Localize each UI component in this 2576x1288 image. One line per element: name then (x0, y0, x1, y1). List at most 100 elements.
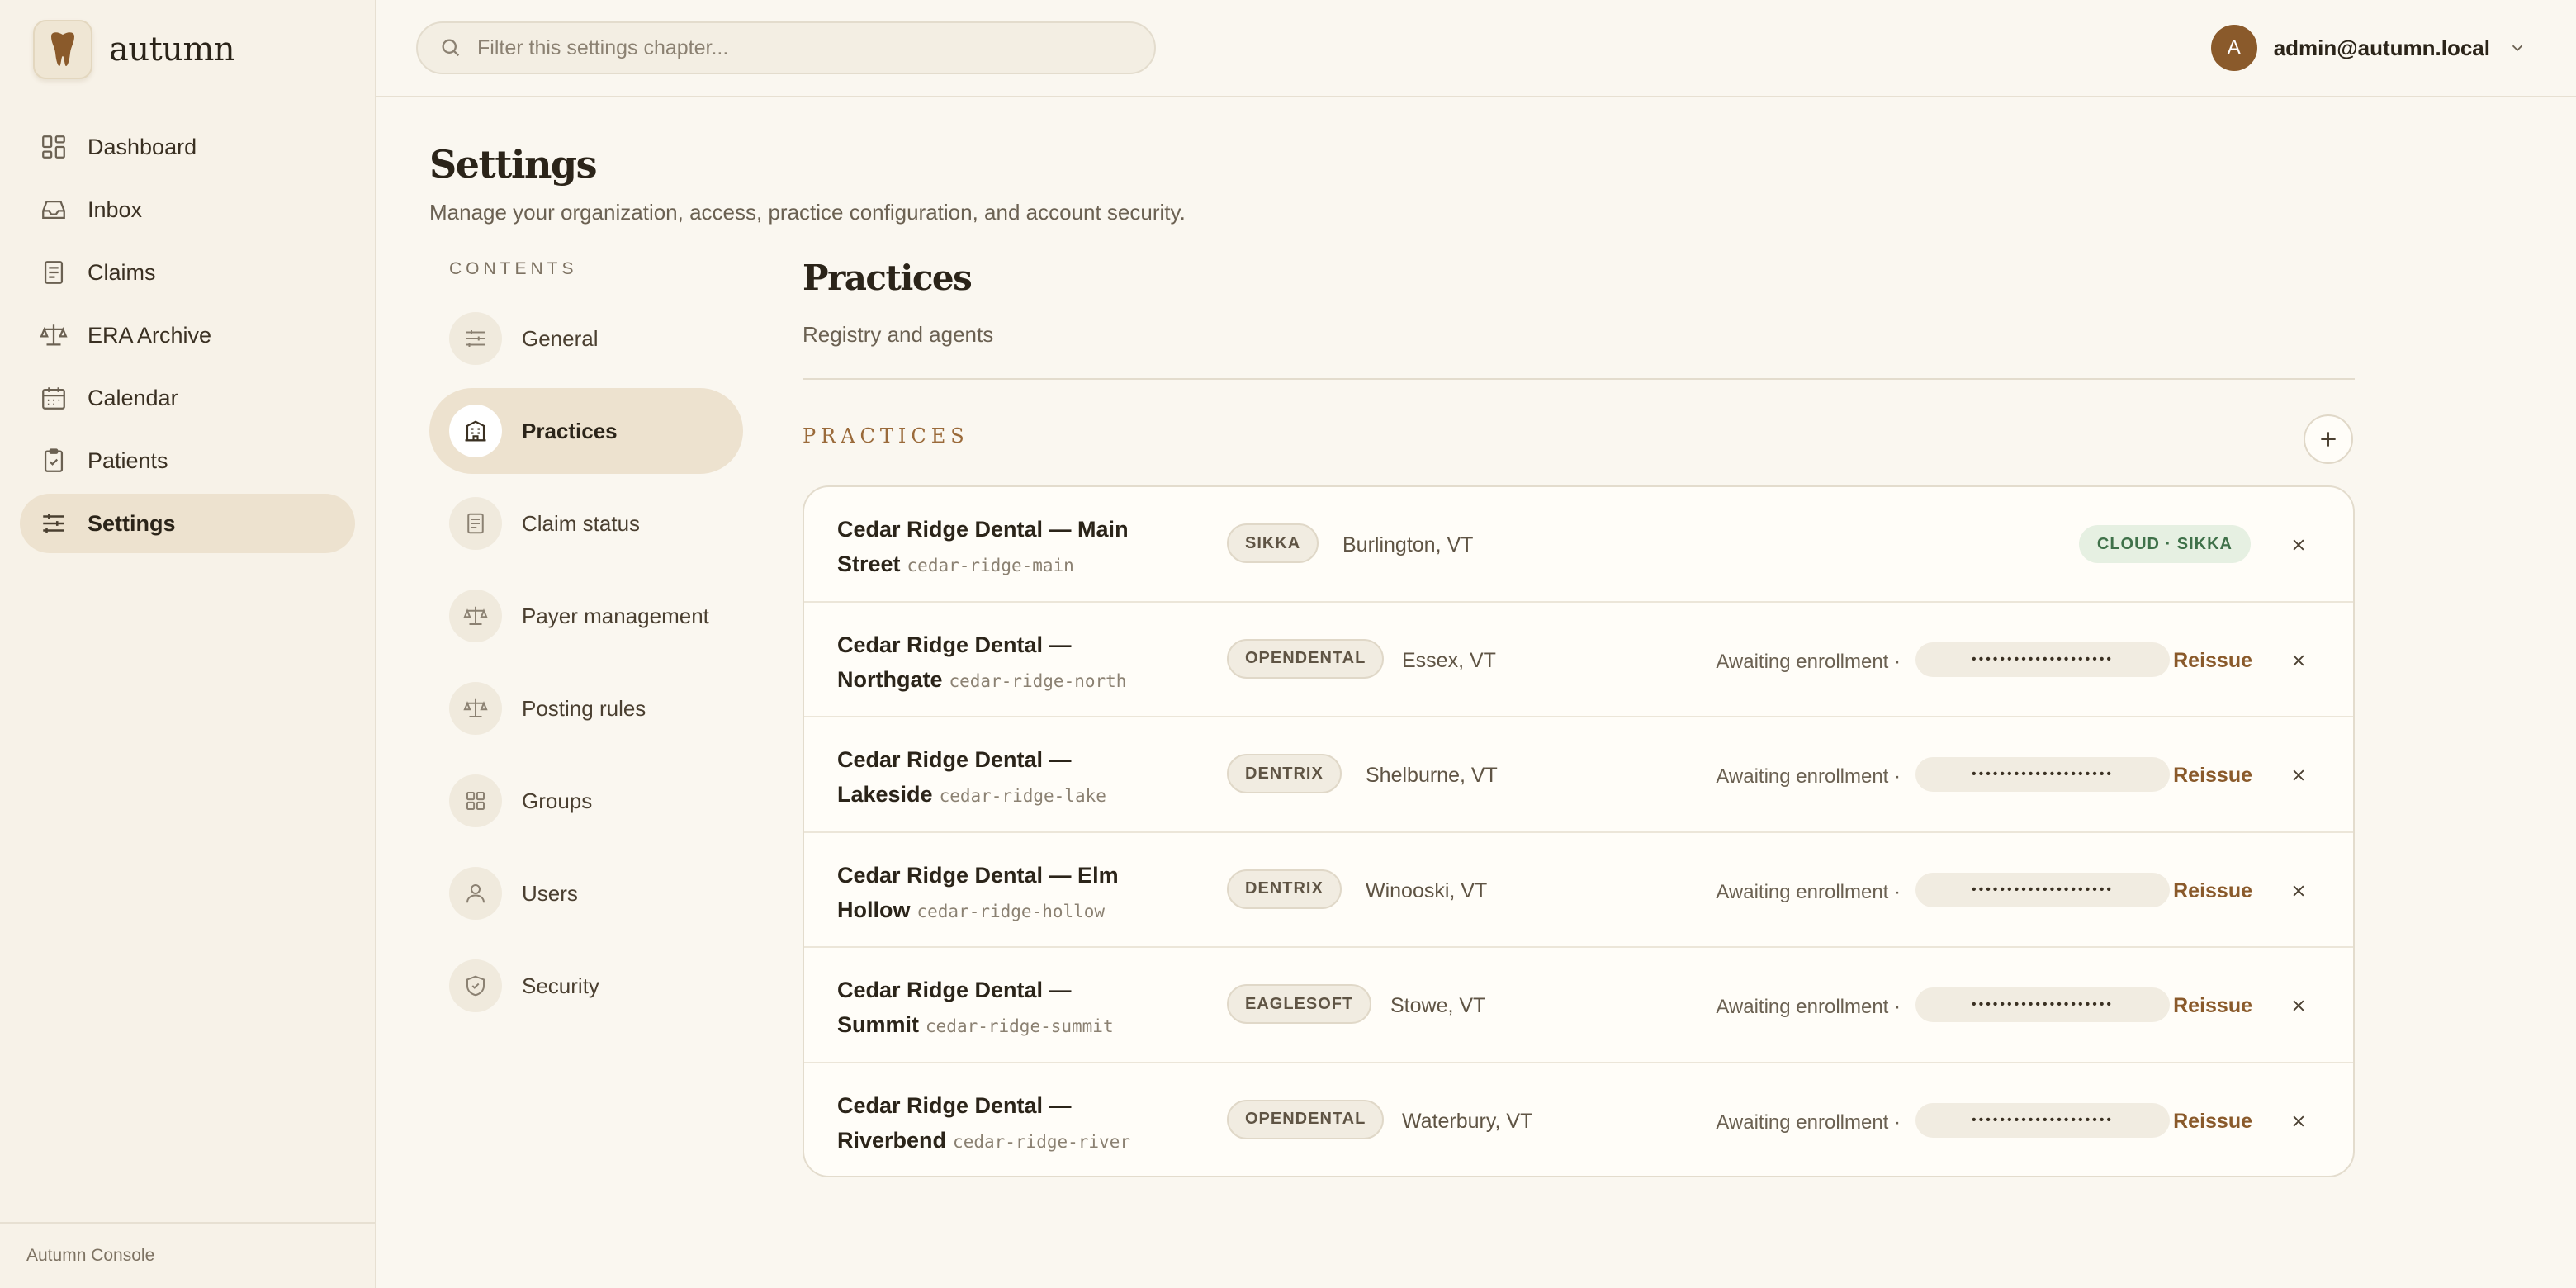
enrollment-token[interactable]: •••••••••••••••••••• (1915, 987, 2170, 1022)
status-text: Awaiting enrollment · (1716, 1110, 1901, 1134)
nav-label: Patients (88, 447, 168, 473)
search-box[interactable] (416, 21, 1156, 74)
practice-slug: cedar-ridge-lake (939, 786, 1106, 806)
status-text: Awaiting enrollment · (1716, 650, 1901, 673)
contents-label: Users (522, 880, 578, 906)
sidebar-footer: Autumn Console (0, 1222, 375, 1288)
nav-label: Inbox (88, 197, 143, 222)
user-email: admin@autumn.local (2273, 35, 2490, 60)
enrollment-token[interactable]: •••••••••••••••••••• (1915, 642, 2170, 677)
brand[interactable]: autumn (33, 20, 235, 79)
remove-practice-button[interactable] (2287, 1110, 2310, 1133)
tooth-logo-icon (33, 20, 92, 79)
practice-row[interactable]: Cedar Ridge Dental — Lakeside cedar-ridge… (804, 717, 2353, 833)
contents-label: Groups (522, 788, 593, 813)
practice-name: Cedar Ridge Dental — Northgate cedar-ridg… (837, 627, 1167, 698)
nav-item-era-archive[interactable]: ERA Archive (20, 305, 355, 365)
plus-icon (2321, 432, 2336, 447)
remove-practice-button[interactable] (2287, 879, 2310, 902)
reissue-button[interactable]: Reissue (2173, 649, 2252, 673)
nav-item-settings[interactable]: Settings (20, 494, 355, 553)
contents-heading: CONTENTS (449, 259, 578, 278)
chevron-down-icon (2512, 45, 2523, 52)
status-badge: CLOUD · SIKKA (2078, 525, 2251, 563)
nav-item-claims[interactable]: Claims (20, 243, 355, 302)
pms-badge: EAGLESOFT (1227, 984, 1372, 1024)
enrollment-token[interactable]: •••••••••••••••••••• (1915, 1102, 2170, 1138)
page-subtitle: Manage your organization, access, practi… (429, 200, 1186, 225)
close-icon (2293, 885, 2304, 896)
user-menu[interactable]: A admin@autumn.local (2210, 25, 2526, 71)
section-title: Practices (803, 258, 973, 298)
reissue-button[interactable]: Reissue (2173, 1110, 2252, 1134)
practice-name: Cedar Ridge Dental — Summit cedar-ridge-s… (837, 973, 1167, 1044)
nav-item-dashboard[interactable]: Dashboard (20, 117, 355, 177)
pms-badge: OPENDENTAL (1227, 1099, 1385, 1139)
grid-icon (42, 135, 65, 159)
close-icon (2293, 1000, 2304, 1011)
pms-badge: SIKKA (1227, 523, 1319, 563)
practice-location: Essex, VT (1402, 648, 1496, 672)
remove-practice-button[interactable] (2287, 994, 2310, 1017)
close-icon (2293, 769, 2304, 781)
practice-row[interactable]: Cedar Ridge Dental — Summit cedar-ridge-s… (804, 948, 2353, 1063)
sliders-icon (449, 312, 502, 365)
inbox-icon (42, 200, 65, 220)
document-icon (449, 497, 502, 550)
practice-row[interactable]: Cedar Ridge Dental — Elm Hollow cedar-rid… (804, 833, 2353, 948)
remove-practice-button[interactable] (2287, 764, 2310, 787)
divider (803, 378, 2355, 380)
close-icon (2293, 1115, 2304, 1126)
practice-slug: cedar-ridge-river (953, 1131, 1130, 1152)
status-text: Awaiting enrollment · (1716, 880, 1901, 903)
remove-practice-button[interactable] (2287, 649, 2310, 672)
enrollment-token[interactable]: •••••••••••••••••••• (1915, 872, 2170, 907)
user-icon (449, 867, 502, 920)
enrollment-token[interactable]: •••••••••••••••••••• (1915, 757, 2170, 792)
page-title: Settings (429, 142, 597, 187)
contents-item-users[interactable]: Users (429, 850, 743, 936)
nav-label: Claims (88, 259, 156, 285)
contents-label: Practices (522, 418, 618, 443)
remove-practice-button[interactable] (2287, 533, 2310, 556)
document-icon (44, 261, 64, 284)
nav-label: Settings (88, 510, 176, 536)
contents-item-claim-status[interactable]: Claim status (429, 481, 743, 566)
practice-location: Burlington, VT (1342, 533, 1474, 556)
practice-location: Winooski, VT (1366, 878, 1488, 902)
scale-icon (449, 590, 502, 642)
status-text: Awaiting enrollment · (1716, 765, 1901, 788)
grid-icon (449, 774, 502, 827)
contents-label: Security (522, 973, 599, 998)
contents-item-general[interactable]: General (429, 296, 743, 381)
contents-item-practices[interactable]: Practices (429, 388, 743, 474)
practice-location: Shelburne, VT (1366, 764, 1498, 787)
nav-item-inbox[interactable]: Inbox (20, 180, 355, 239)
search-input[interactable] (477, 36, 1138, 60)
practice-slug: cedar-ridge-summit (926, 1016, 1114, 1036)
nav-item-patients[interactable]: Patients (20, 431, 355, 490)
practice-row[interactable]: Cedar Ridge Dental — Riverbend cedar-ridg… (804, 1063, 2353, 1177)
add-practice-button[interactable] (2304, 414, 2353, 464)
main-nav: Dashboard Inbox Claims ERA Archive Calen… (20, 117, 355, 556)
status-text: Awaiting enrollment · (1716, 996, 1901, 1018)
practice-location: Waterbury, VT (1402, 1109, 1533, 1133)
practice-slug: cedar-ridge-hollow (916, 901, 1106, 921)
contents-label: Claim status (522, 510, 641, 536)
practice-row[interactable]: Cedar Ridge Dental — Main Street cedar-ri… (804, 487, 2353, 603)
contents-item-groups[interactable]: Groups (429, 758, 743, 844)
reissue-button[interactable]: Reissue (2173, 764, 2252, 788)
scale-icon (40, 324, 68, 346)
close-icon (2293, 655, 2304, 665)
practice-slug: cedar-ridge-main (907, 556, 1074, 575)
nav-item-calendar[interactable]: Calendar (20, 368, 355, 428)
reissue-button[interactable]: Reissue (2173, 994, 2252, 1018)
app-name: autumn (109, 31, 235, 69)
contents-item-payer-management[interactable]: Payer management (429, 573, 743, 659)
contents-item-posting-rules[interactable]: Posting rules (429, 665, 743, 751)
contents-item-security[interactable]: Security (429, 943, 743, 1029)
practice-row[interactable]: Cedar Ridge Dental — Northgate cedar-ridg… (804, 603, 2353, 717)
reissue-button[interactable]: Reissue (2173, 879, 2252, 903)
contents-label: General (522, 325, 599, 351)
practices-table: Cedar Ridge Dental — Main Street cedar-ri… (803, 485, 2355, 1177)
